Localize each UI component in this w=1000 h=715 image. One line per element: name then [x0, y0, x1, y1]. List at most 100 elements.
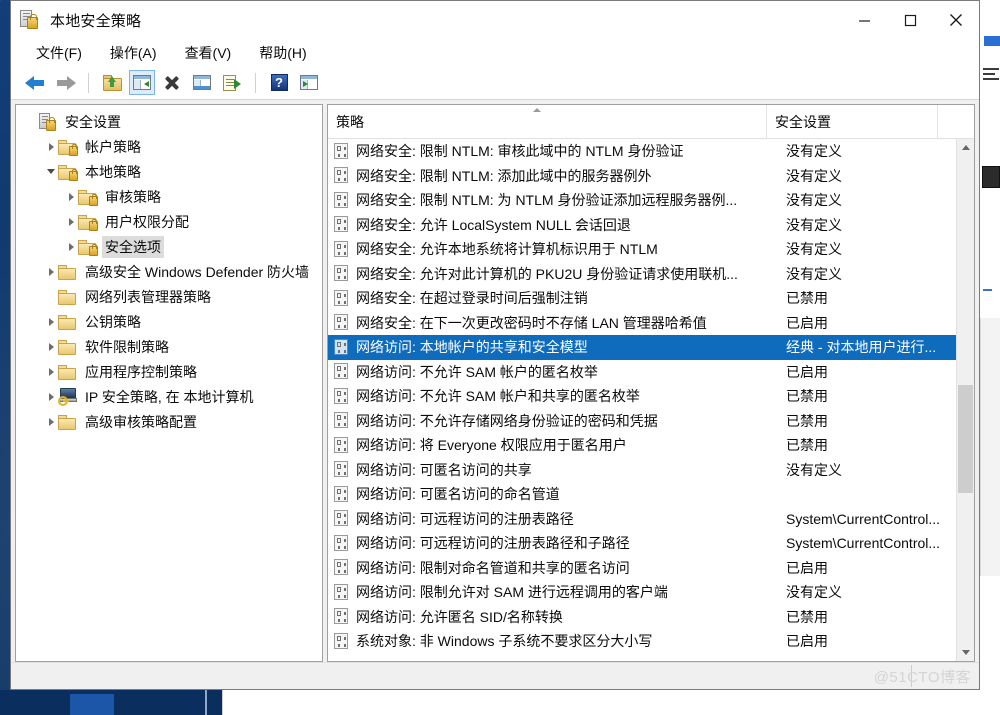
- cell-policy: 网络安全: 限制 NTLM: 审核此域中的 NTLM 身份验证: [356, 143, 684, 160]
- table-row[interactable]: 网络访问: 将 Everyone 权限应用于匿名用户 已禁用: [328, 433, 956, 458]
- policy-setting-icon: [333, 240, 351, 258]
- tree-item-12[interactable]: 高级审核策略配置: [16, 409, 322, 434]
- cell-security-setting: 没有定义: [786, 192, 842, 209]
- table-row[interactable]: 网络访问: 可远程访问的注册表路径 System\CurrentControl..…: [328, 507, 956, 532]
- cell-policy: 网络访问: 不允许 SAM 帐户的匿名枚举: [356, 363, 598, 380]
- chevron-right-icon[interactable]: [64, 217, 78, 226]
- cell-policy: 网络访问: 可远程访问的注册表路径: [356, 510, 574, 527]
- cell-policy: 网络安全: 限制 NTLM: 添加此域中的服务器例外: [356, 167, 652, 184]
- folder-icon: [58, 264, 77, 280]
- table-row[interactable]: 网络安全: 限制 NTLM: 为 NTLM 身份验证添加远程服务器例... 没有定…: [328, 188, 956, 213]
- close-button[interactable]: [933, 1, 979, 39]
- chevron-down-icon: [961, 650, 970, 655]
- menu-file[interactable]: 文件(F): [27, 40, 91, 66]
- tree-item-3[interactable]: 审核策略: [16, 184, 322, 209]
- locked-folder-icon: [58, 164, 78, 181]
- tree-item-label: 软件限制策略: [85, 338, 169, 355]
- policy-setting-icon: [333, 461, 351, 478]
- chevron-right-icon[interactable]: [44, 142, 58, 151]
- column-header-security-setting[interactable]: 安全设置: [767, 105, 938, 138]
- scrollbar-thumb[interactable]: [958, 385, 973, 493]
- table-row[interactable]: 网络安全: 限制 NTLM: 添加此域中的服务器例外 没有定义: [328, 164, 956, 189]
- menu-bar: 文件(F) 操作(A) 查看(V) 帮助(H): [11, 39, 979, 66]
- tree-item-1[interactable]: 帐户策略: [16, 134, 322, 159]
- menu-action[interactable]: 操作(A): [101, 40, 166, 66]
- taskbar-separator: [205, 690, 207, 715]
- table-row[interactable]: 网络安全: 允许本地系统将计算机标识用于 NTLM 没有定义: [328, 237, 956, 262]
- tree-item-11[interactable]: IP 安全策略, 在 本地计算机: [16, 384, 322, 409]
- table-row[interactable]: 网络安全: 限制 NTLM: 审核此域中的 NTLM 身份验证 没有定义: [328, 139, 956, 164]
- table-row[interactable]: 网络访问: 允许匿名 SID/名称转换 已禁用: [328, 605, 956, 630]
- maximize-button[interactable]: [887, 1, 933, 39]
- tree-item-9[interactable]: 软件限制策略: [16, 334, 322, 359]
- tree-item-5[interactable]: 安全选项: [16, 234, 322, 259]
- tree-item-2[interactable]: 本地策略: [16, 159, 322, 184]
- chevron-right-icon[interactable]: [44, 317, 58, 326]
- show-hide-console-tree-button[interactable]: [129, 70, 155, 95]
- chevron-right-icon[interactable]: [44, 392, 58, 401]
- view-pane-button[interactable]: [296, 70, 322, 95]
- tree-item-0[interactable]: 安全设置: [16, 109, 322, 134]
- tree-item-label: 应用程序控制策略: [85, 363, 197, 380]
- table-row[interactable]: 系统对象: 非 Windows 子系统不要求区分大小写 已启用: [328, 629, 956, 654]
- table-row[interactable]: 网络访问: 不允许 SAM 帐户和共享的匿名枚举 已禁用: [328, 384, 956, 409]
- scroll-up-button[interactable]: [957, 139, 974, 156]
- cell-policy: 网络安全: 允许对此计算机的 PKU2U 身份验证请求使用联机...: [356, 265, 738, 282]
- list-vertical-scrollbar[interactable]: [956, 139, 974, 661]
- locked-folder-icon: [78, 214, 98, 231]
- table-row[interactable]: 网络访问: 可远程访问的注册表路径和子路径 System\CurrentContr…: [328, 531, 956, 556]
- cell-policy: 网络访问: 可远程访问的注册表路径和子路径: [356, 535, 630, 552]
- table-row[interactable]: 网络安全: 在超过登录时间后强制注销 已禁用: [328, 286, 956, 311]
- chevron-right-icon[interactable]: [64, 242, 78, 251]
- scroll-down-button[interactable]: [957, 644, 974, 661]
- chevron-right-icon[interactable]: [44, 417, 58, 426]
- cell-policy: 网络访问: 允许匿名 SID/名称转换: [356, 608, 563, 625]
- chevron-right-icon[interactable]: [44, 342, 58, 351]
- tree-item-label: 网络列表管理器策略: [85, 288, 211, 305]
- chevron-right-icon[interactable]: [44, 267, 58, 276]
- table-row[interactable]: 网络访问: 本地帐户的共享和安全模型 经典 - 对本地用户进行...: [328, 335, 956, 360]
- table-row[interactable]: 网络访问: 可匿名访问的共享 没有定义: [328, 458, 956, 483]
- tree-item-8[interactable]: 公钥策略: [16, 309, 322, 334]
- console-tree-pane[interactable]: 安全设置 帐户策略 本地策略 审核策略 用户权限分配 安全选项 高级安全 Windows D…: [15, 104, 323, 662]
- chevron-down-icon[interactable]: [44, 169, 58, 174]
- menu-view[interactable]: 查看(V): [176, 40, 241, 66]
- cell-policy: 网络安全: 允许 LocalSystem NULL 会话回退: [356, 216, 631, 233]
- table-row[interactable]: 网络访问: 不允许存储网络身份验证的密码和凭据 已禁用: [328, 409, 956, 434]
- background-document-icon: [982, 166, 1000, 188]
- title-bar: 本地安全策略: [11, 1, 979, 39]
- cell-security-setting: 已启用: [786, 363, 828, 380]
- delete-button[interactable]: [159, 70, 185, 95]
- help-button[interactable]: ?: [266, 70, 292, 95]
- table-row[interactable]: 网络访问: 限制对命名管道和共享的匿名访问 已启用: [328, 556, 956, 581]
- table-row[interactable]: 网络安全: 允许对此计算机的 PKU2U 身份验证请求使用联机... 没有定义: [328, 262, 956, 287]
- cell-security-setting: 没有定义: [786, 143, 842, 160]
- tree-item-10[interactable]: 应用程序控制策略: [16, 359, 322, 384]
- table-row[interactable]: 网络访问: 可匿名访问的命名管道: [328, 482, 956, 507]
- properties-button[interactable]: [189, 70, 215, 95]
- scrollbar-track[interactable]: [957, 156, 974, 644]
- forward-button[interactable]: [52, 70, 78, 95]
- chevron-right-icon[interactable]: [64, 192, 78, 201]
- menu-help[interactable]: 帮助(H): [250, 40, 315, 66]
- policy-rows[interactable]: 网络安全: 限制 NTLM: 审核此域中的 NTLM 身份验证 没有定义 网络安全:…: [328, 139, 956, 661]
- folder-icon: [58, 414, 77, 430]
- tree-item-4[interactable]: 用户权限分配: [16, 209, 322, 234]
- column-header-security-setting-label: 安全设置: [775, 113, 831, 130]
- table-row[interactable]: 网络安全: 在下一次更改密码时不存储 LAN 管理器哈希值 已启用: [328, 311, 956, 336]
- chevron-right-icon[interactable]: [44, 367, 58, 376]
- table-row[interactable]: 网络安全: 允许 LocalSystem NULL 会话回退 没有定义: [328, 213, 956, 238]
- policy-setting-icon: [333, 363, 351, 380]
- cell-security-setting: 没有定义: [786, 216, 842, 233]
- up-one-level-button[interactable]: [99, 70, 125, 95]
- toolbar-separator-1: [88, 72, 89, 93]
- table-row[interactable]: 网络访问: 不允许 SAM 帐户的匿名枚举 已启用: [328, 360, 956, 385]
- column-header-policy[interactable]: 策略: [328, 105, 767, 138]
- table-row[interactable]: 网络访问: 限制允许对 SAM 进行远程调用的客户端 没有定义: [328, 580, 956, 605]
- export-list-button[interactable]: [219, 70, 245, 95]
- minimize-button[interactable]: [841, 1, 887, 39]
- tree-item-6[interactable]: 高级安全 Windows Defender 防火墙: [16, 259, 322, 284]
- back-button[interactable]: [22, 70, 48, 95]
- help-icon: ?: [270, 74, 288, 91]
- tree-item-7[interactable]: 网络列表管理器策略: [16, 284, 322, 309]
